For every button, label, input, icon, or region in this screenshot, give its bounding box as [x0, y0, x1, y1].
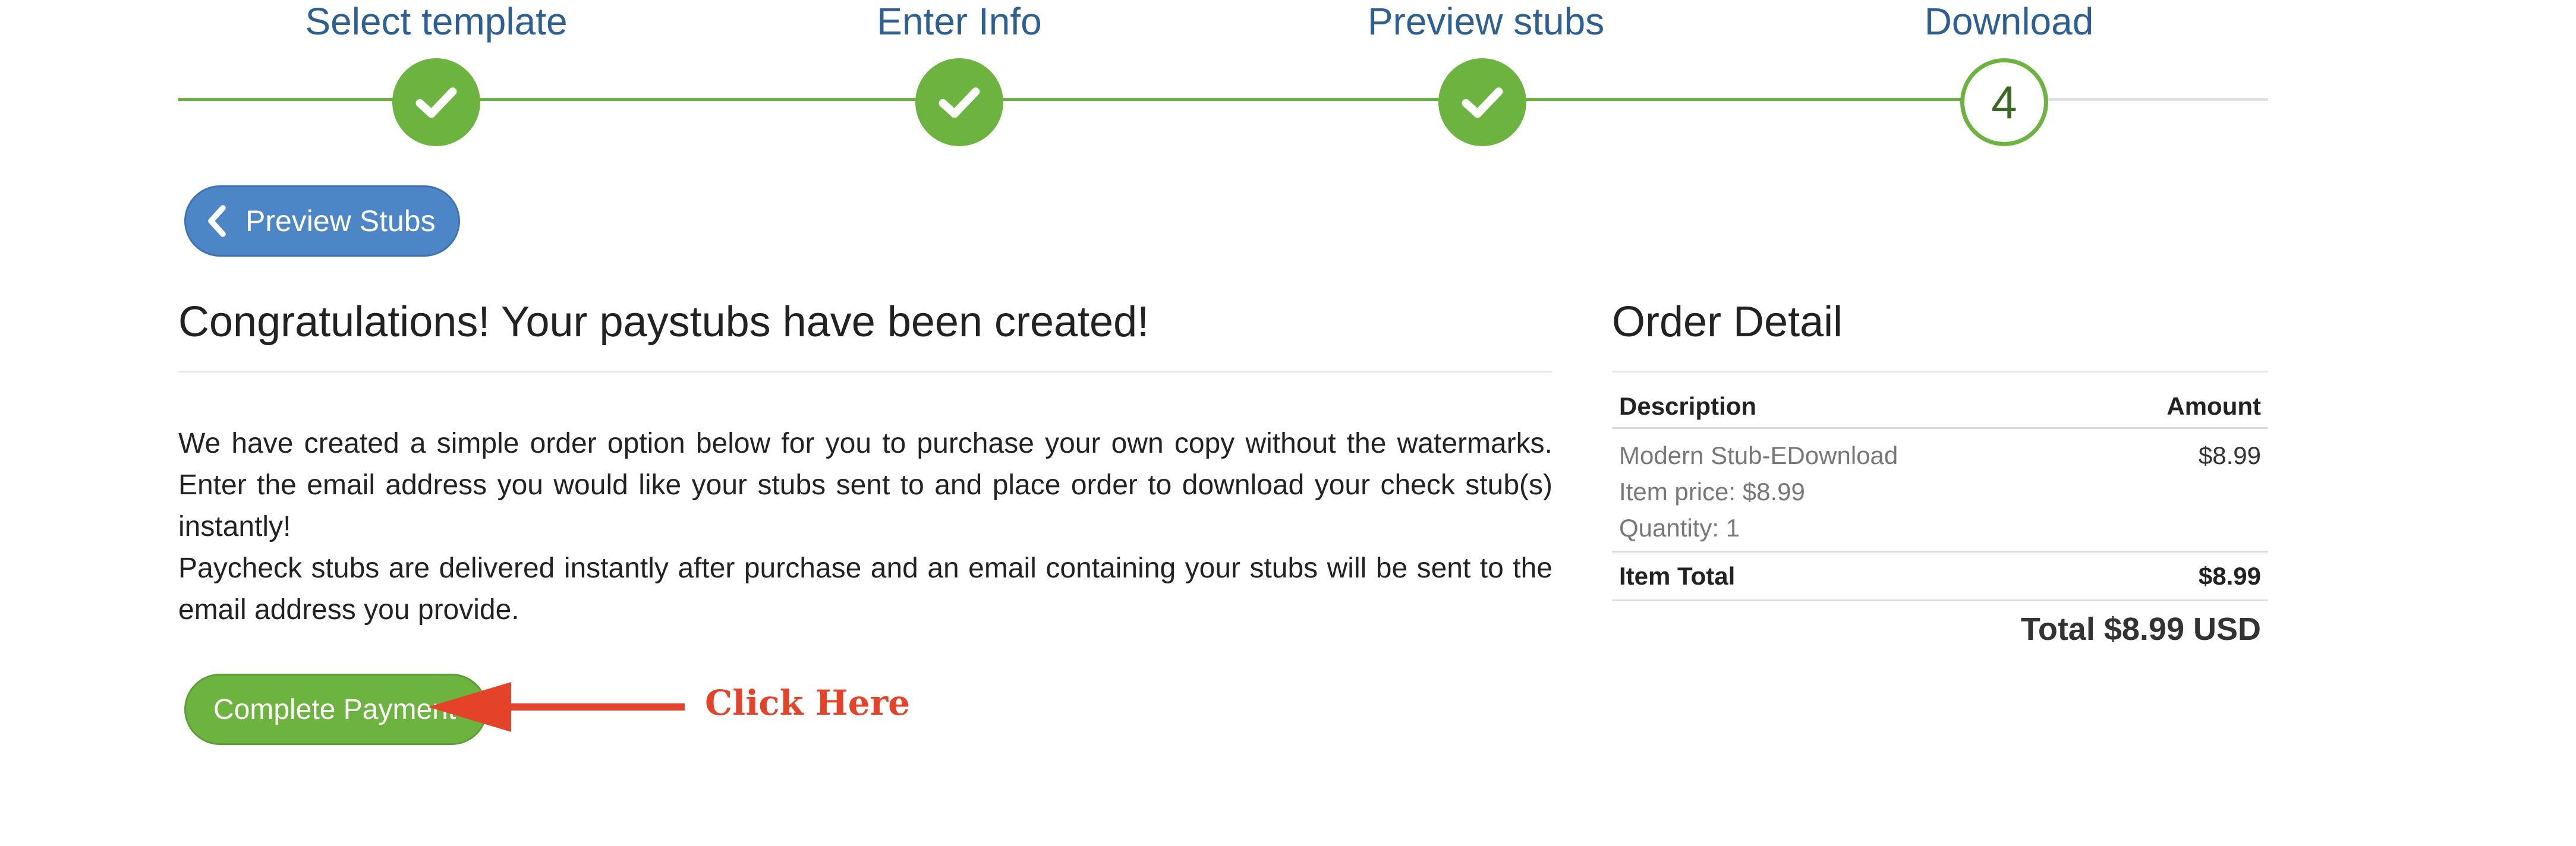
arrow-left-icon	[428, 682, 685, 732]
item-amount: $8.99	[2198, 441, 2261, 469]
step-node-download: 4	[1960, 58, 2048, 146]
step-node-enter-info[interactable]	[915, 58, 1003, 146]
step-label-enter-info: Enter Info	[877, 0, 1042, 43]
page-title: Congratulations! Your paystubs have been…	[178, 298, 1150, 346]
instructions-text: We have created a simple order option be…	[178, 423, 1552, 631]
step-node-select-template[interactable]	[392, 58, 480, 146]
grand-total: Total $8.99 USD	[2020, 611, 2261, 647]
preview-stubs-button[interactable]: Preview Stubs	[184, 185, 460, 257]
order-detail-title: Order Detail	[1612, 298, 1843, 346]
item-total-amount: $8.99	[2198, 561, 2261, 590]
step-label-select-template: Select template	[305, 0, 568, 43]
check-icon	[1462, 87, 1503, 118]
progress-steps: Select template Enter Info Preview stubs…	[0, 0, 2576, 154]
column-header-description: Description	[1619, 392, 1757, 420]
item-total-label: Item Total	[1619, 561, 1736, 590]
instructions-paragraph: We have created a simple order option be…	[178, 428, 1552, 542]
step-label-preview-stubs: Preview stubs	[1367, 0, 1605, 43]
item-total-row: Item Total $8.99	[1612, 553, 2268, 601]
item-price: Item price: $8.99	[1619, 478, 1805, 506]
step-label-download: Download	[1924, 0, 2094, 43]
title-divider	[178, 371, 1552, 373]
table-row: Modern Stub-EDownload Item price: $8.99 …	[1612, 429, 2268, 553]
instructions-paragraph: Paycheck stubs are delivered instantly a…	[178, 553, 1552, 626]
order-title-divider	[1612, 371, 2268, 373]
click-here-annotation: Click Here	[705, 683, 911, 723]
check-icon	[939, 87, 980, 118]
column-header-amount: Amount	[2166, 392, 2261, 420]
order-detail-table: Description Amount Modern Stub-EDownload…	[1612, 385, 2268, 650]
check-icon	[415, 87, 457, 118]
chevron-left-icon	[208, 205, 226, 237]
item-description: Modern Stub-EDownload Item price: $8.99 …	[1619, 437, 1898, 546]
step-node-preview-stubs[interactable]	[1438, 58, 1526, 146]
item-quantity: Quantity: 1	[1619, 514, 1740, 542]
item-name: Modern Stub-EDownload	[1619, 441, 1898, 469]
table-header-row: Description Amount	[1612, 385, 2268, 429]
preview-stubs-button-label: Preview Stubs	[245, 204, 436, 238]
